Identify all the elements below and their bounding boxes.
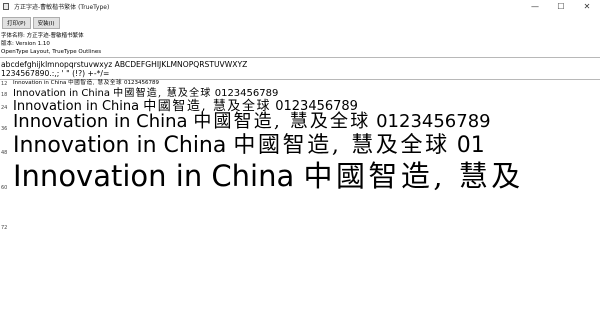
size-label: 18	[1, 92, 8, 98]
sample-cjk: 中國智造, 慧及全球	[233, 133, 450, 158]
sample-row-60: Innovation in China 中國智造, 慧及	[13, 162, 524, 191]
sample-digits: 01	[456, 133, 485, 158]
sample-latin: Innovation in China	[13, 133, 227, 158]
sample-cjk: 中國智造, 慧及	[303, 159, 524, 193]
font-version-text: 版本: Version 1.10	[1, 41, 50, 47]
divider	[0, 57, 600, 58]
title-bar: 方正字迹-曹敏楷书繁体 (TrueType) — ☐ ✕	[0, 0, 600, 13]
sample-latin: Innovation in China	[13, 80, 67, 86]
charset-preview: abcdefghijklmnopqrstuvwxyz ABCDEFGHIJKLM…	[1, 60, 247, 78]
sample-row-36: Innovation in China 中國智造, 慧及全球 012345678…	[13, 113, 491, 131]
sample-row-48: Innovation in China 中國智造, 慧及全球 01	[13, 135, 485, 157]
sample-cjk: 中國智造, 慧及全球	[68, 80, 123, 86]
size-label: 12	[1, 81, 8, 87]
font-name-text: 字体名称: 方正字迹-曹敏楷书繁体	[1, 33, 84, 39]
window-controls: — ☐ ✕	[522, 0, 600, 13]
charset-line-digits: 1234567890.:,; ' " (!?) +-*/=	[1, 69, 110, 78]
sample-latin: Innovation in China	[13, 111, 188, 132]
size-label: 72	[1, 225, 8, 231]
sample-digits: 0123456789	[214, 88, 279, 99]
font-outline-text: OpenType Layout, TrueType Outlines	[1, 49, 102, 55]
toolbar: 打印(P) 安装(I)	[0, 14, 600, 31]
sample-cjk: 中國智造, 慧及全球	[193, 111, 371, 132]
window-title: 方正字迹-曹敏楷书繁体 (TrueType)	[14, 4, 110, 11]
sample-row-18: Innovation in China 中國智造, 慧及全球 012345678…	[13, 89, 278, 99]
size-label: 36	[1, 126, 8, 132]
print-button[interactable]: 打印(P)	[2, 16, 31, 29]
size-label: 48	[1, 150, 8, 156]
minimize-button[interactable]: —	[522, 0, 548, 13]
font-info: 字体名称: 方正字迹-曹敏楷书繁体 版本: Version 1.10 OpenT…	[1, 32, 101, 56]
size-label: 24	[1, 105, 8, 111]
font-viewer-app-icon	[3, 3, 9, 10]
charset-line-letters: abcdefghijklmnopqrstuvwxyz ABCDEFGHIJKLM…	[1, 60, 248, 69]
close-button[interactable]: ✕	[574, 0, 600, 13]
sample-digits: 0123456789	[376, 111, 491, 132]
sample-digits: 0123456789	[123, 80, 159, 86]
maximize-button[interactable]: ☐	[548, 0, 574, 13]
install-button[interactable]: 安装(I)	[32, 16, 60, 29]
sample-latin: Innovation in China	[13, 159, 295, 193]
size-label: 60	[1, 185, 8, 191]
sample-latin: Innovation in China	[13, 88, 110, 99]
sample-cjk: 中國智造, 慧及全球	[113, 88, 212, 99]
sample-row-12: Innovation in China 中國智造, 慧及全球 012345678…	[13, 80, 159, 87]
